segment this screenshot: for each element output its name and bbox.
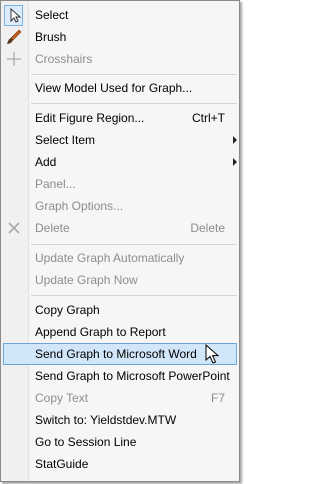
menu-item-label: Brush	[35, 30, 67, 44]
menu-item-graph-options[interactable]: Graph Options...	[1, 195, 239, 217]
menu-separator	[31, 244, 237, 245]
menu-item-label: Select	[35, 8, 69, 22]
menu-item-switch-to-worksheet[interactable]: Switch to: Yieldstdev.MTW	[1, 409, 239, 431]
menu-item-label: Panel...	[35, 177, 76, 191]
menu-item-label: Copy Text	[35, 391, 89, 405]
pointer-icon	[10, 7, 22, 23]
menu-item-label: StatGuide	[35, 457, 89, 471]
menu-item-label: Send Graph to Microsoft Word	[35, 347, 197, 361]
menu-item-statguide[interactable]: StatGuide	[1, 453, 239, 475]
menu-item-label: Add	[35, 155, 57, 169]
menu-item-label: Graph Options...	[35, 199, 124, 213]
menu-item-label: Select Item	[35, 133, 96, 147]
menu-item-copy-text[interactable]: Copy Text F7	[1, 387, 239, 409]
menu-item-label: Update Graph Now	[35, 273, 138, 287]
menu-item-copy-graph[interactable]: Copy Graph	[1, 299, 239, 321]
menu-item-crosshairs[interactable]: Crosshairs	[1, 48, 239, 70]
menu-item-label: Delete	[35, 221, 70, 235]
menu-item-delete[interactable]: Delete Delete	[1, 217, 239, 239]
menu-item-label: Copy Graph	[35, 303, 100, 317]
crosshairs-icon	[7, 52, 21, 66]
menu-item-label: View Model Used for Graph...	[35, 81, 193, 95]
brush-icon	[7, 29, 22, 44]
submenu-arrow-icon	[233, 158, 237, 166]
shortcut-text: Ctrl+T	[192, 111, 225, 125]
menu-item-add[interactable]: Add	[1, 151, 239, 173]
menu-item-label: Go to Session Line	[35, 435, 137, 449]
menu-item-label: Edit Figure Region...	[35, 111, 145, 125]
menu-item-label: Append Graph to Report	[35, 325, 166, 339]
shortcut-text: Delete	[190, 221, 225, 235]
menu-item-label: Send Graph to Microsoft PowerPoint	[35, 369, 230, 383]
menu-separator	[31, 74, 237, 75]
menu-item-update-graph-now[interactable]: Update Graph Now	[1, 269, 239, 291]
shortcut-text: F7	[210, 391, 225, 405]
menu-item-update-graph-automatically[interactable]: Update Graph Automatically	[1, 247, 239, 269]
menu-item-panel[interactable]: Panel...	[1, 173, 239, 195]
menu-item-select-item[interactable]: Select Item	[1, 129, 239, 151]
menu-item-label: Switch to: Yieldstdev.MTW	[35, 413, 177, 427]
context-menu: Select Brush Crosshairs View Model Used …	[0, 0, 240, 482]
menu-item-edit-figure-region[interactable]: Edit Figure Region... Ctrl+T	[1, 107, 239, 129]
menu-item-send-to-powerpoint[interactable]: Send Graph to Microsoft PowerPoint	[1, 365, 239, 387]
menu-item-label: Update Graph Automatically	[35, 251, 185, 265]
menu-item-append-graph-to-report[interactable]: Append Graph to Report	[1, 321, 239, 343]
menu-item-brush[interactable]: Brush	[1, 26, 239, 48]
menu-item-view-model[interactable]: View Model Used for Graph...	[1, 77, 239, 99]
menu-item-go-to-session-line[interactable]: Go to Session Line	[1, 431, 239, 453]
mouse-cursor-icon	[205, 344, 220, 364]
delete-x-icon	[8, 222, 20, 234]
menu-separator	[31, 103, 237, 104]
submenu-arrow-icon	[233, 136, 237, 144]
menu-item-select[interactable]: Select	[1, 4, 239, 26]
menu-separator	[31, 295, 237, 296]
menu-item-label: Crosshairs	[35, 52, 93, 66]
